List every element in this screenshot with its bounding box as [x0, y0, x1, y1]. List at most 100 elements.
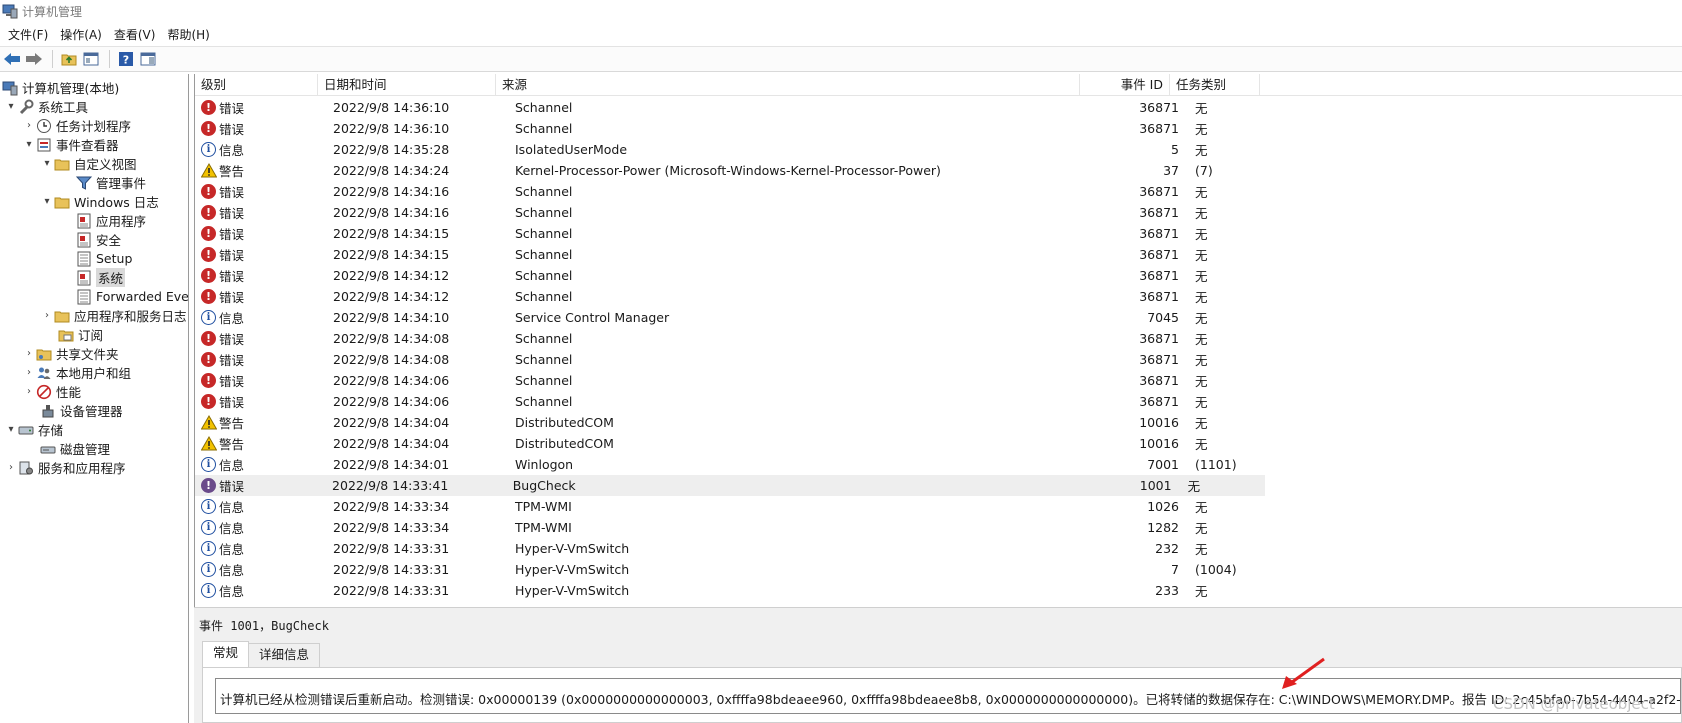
tree-node-storage[interactable]: ▾ 存储 [4, 420, 63, 439]
table-row[interactable]: i 信息 2022/9/8 14:34:01 Winlogon 7001 (1101) [195, 454, 1682, 475]
tree-node-forwarded-events[interactable]: Forwarded Eve [76, 287, 189, 306]
subscription-icon [58, 327, 74, 343]
chevron-right-icon[interactable]: › [22, 119, 36, 133]
tree-node-windows-logs[interactable]: ▾ Windows 日志 [40, 192, 158, 211]
level-label: 信息 [219, 311, 245, 326]
menu-file[interactable]: 文件(F) [4, 26, 56, 43]
cell-event-id: 1026 [1147, 499, 1179, 514]
column-header-level[interactable]: 级别 [195, 74, 318, 96]
cell-event-id: 1001 [1139, 478, 1172, 493]
menu-view[interactable]: 查看(V) [110, 26, 164, 43]
services-icon [18, 460, 34, 476]
chevron-down-icon[interactable]: ▾ [4, 423, 18, 437]
menu-help[interactable]: 帮助(H) [163, 26, 217, 43]
warning-icon [201, 415, 217, 430]
tree-node-local-users-groups[interactable]: › 本地用户和组 [22, 363, 131, 382]
tree-node-system[interactable]: 系统 [76, 268, 126, 287]
event-description[interactable]: 计算机已经从检测错误后重新启动。检测错误: 0x00000139 (0x0000… [215, 678, 1681, 714]
error-icon: ! [201, 289, 216, 304]
menu-action[interactable]: 操作(A) [56, 26, 110, 43]
table-row[interactable]: i 信息 2022/9/8 14:33:31 Hyper-V-VmSwitch 233 无 [195, 580, 1682, 601]
action-pane-icon[interactable] [138, 49, 158, 69]
chevron-right-icon[interactable]: › [4, 461, 18, 475]
tree-node-custom-views[interactable]: ▾ 自定义视图 [40, 154, 136, 173]
table-row[interactable]: ! 错误 2022/9/8 14:34:08 Schannel 36871 无 [195, 328, 1682, 349]
tab-general[interactable]: 常规 [202, 641, 250, 667]
table-row[interactable]: 警告 2022/9/8 14:34:24 Kernel-Processor-Powe… [195, 160, 1682, 181]
column-header-task-category[interactable]: 任务类别 [1170, 74, 1260, 96]
table-row[interactable]: ! 错误 2022/9/8 14:34:15 Schannel 36871 无 [195, 223, 1682, 244]
cell-level: ! 错误 [195, 392, 325, 411]
tree-node-app-service-logs[interactable]: › 应用程序和服务日志 [40, 306, 187, 325]
tree-node-device-manager[interactable]: 设备管理器 [40, 401, 123, 420]
tree-node-label: 应用程序和服务日志 [74, 309, 187, 324]
tree-node-disk-management[interactable]: 磁盘管理 [40, 439, 110, 458]
cell-datetime: 2022/9/8 14:35:28 [333, 142, 450, 157]
tree-node-administrative-events[interactable]: 管理事件 [76, 173, 146, 192]
tree-node-services-applications[interactable]: › 服务和应用程序 [4, 458, 126, 477]
tree-node-system-tools[interactable]: ▾ 系统工具 [4, 97, 88, 116]
toolbar-separator [52, 50, 53, 68]
table-row[interactable]: ! 错误 2022/9/8 14:34:12 Schannel 36871 无 [195, 286, 1682, 307]
column-header-datetime[interactable]: 日期和时间 [318, 74, 496, 96]
cell-task-category: 无 [1195, 185, 1208, 200]
chevron-down-icon[interactable]: ▾ [22, 138, 36, 152]
chevron-down-icon[interactable]: ▾ [4, 100, 18, 114]
folder-up-icon[interactable] [59, 49, 79, 69]
table-row[interactable]: i 信息 2022/9/8 14:34:10 Service Control Mana… [195, 307, 1682, 328]
computer-management-icon [2, 80, 18, 96]
back-arrow-icon[interactable] [2, 49, 22, 69]
chevron-down-icon[interactable]: ▾ [40, 195, 54, 209]
table-row[interactable]: 警告 2022/9/8 14:34:04 DistributedCOM 10016 无 [195, 412, 1682, 433]
table-row[interactable]: i 信息 2022/9/8 14:33:34 TPM-WMI 1282 无 [195, 517, 1682, 538]
info-icon: i [201, 142, 216, 157]
level-label: 信息 [219, 584, 245, 599]
table-row[interactable]: ! 错误 2022/9/8 14:34:16 Schannel 36871 无 [195, 181, 1682, 202]
table-row[interactable]: ! 错误 2022/9/8 14:34:06 Schannel 36871 无 [195, 370, 1682, 391]
tab-details[interactable]: 详细信息 [248, 643, 321, 667]
tree-node-computer-management[interactable]: 计算机管理(本地) [2, 78, 119, 97]
help-icon[interactable]: ? [116, 49, 136, 69]
table-row[interactable]: i 信息 2022/9/8 14:33:34 TPM-WMI 1026 无 [195, 496, 1682, 517]
table-row[interactable]: ! 错误 2022/9/8 14:33:41 BugCheck 1001 无 [195, 475, 1265, 496]
table-row[interactable]: ! 错误 2022/9/8 14:34:15 Schannel 36871 无 [195, 244, 1682, 265]
table-row[interactable]: ! 错误 2022/9/8 14:36:10 Schannel 36871 无 [195, 97, 1682, 118]
cell-level: i 信息 [195, 140, 325, 159]
cell-source: Schannel [515, 289, 573, 304]
table-row[interactable]: ! 错误 2022/9/8 14:34:08 Schannel 36871 无 [195, 349, 1682, 370]
cell-level: 警告 [195, 161, 325, 180]
tree-node-task-scheduler[interactable]: › 任务计划程序 [22, 116, 131, 135]
chevron-right-icon[interactable]: › [22, 385, 36, 399]
tree-node-subscriptions[interactable]: 订阅 [58, 325, 103, 344]
table-row[interactable]: i 信息 2022/9/8 14:35:28 IsolatedUserMode 5 无 [195, 139, 1682, 160]
tree-node-performance[interactable]: › 性能 [22, 382, 81, 401]
tree-node-event-viewer[interactable]: ▾ 事件查看器 [22, 135, 119, 154]
tree-node-setup[interactable]: Setup [76, 249, 132, 268]
column-header-source[interactable]: 来源 [496, 74, 1080, 96]
tree-node-label: 共享文件夹 [56, 347, 119, 362]
table-row[interactable]: ! 错误 2022/9/8 14:36:10 Schannel 36871 无 [195, 118, 1682, 139]
table-row[interactable]: ! 错误 2022/9/8 14:34:16 Schannel 36871 无 [195, 202, 1682, 223]
console-tree-icon[interactable] [81, 49, 101, 69]
error-icon: ! [201, 331, 216, 346]
table-row[interactable]: ! 错误 2022/9/8 14:34:12 Schannel 36871 无 [195, 265, 1682, 286]
tree-node-shared-folders[interactable]: › 共享文件夹 [22, 344, 119, 363]
forward-arrow-icon[interactable] [24, 49, 44, 69]
cell-level: 警告 [195, 413, 325, 432]
chevron-right-icon[interactable]: › [40, 309, 54, 323]
level-label: 信息 [219, 143, 245, 158]
table-row[interactable]: i 信息 2022/9/8 14:33:31 Hyper-V-VmSwitch 7 (10… [195, 559, 1682, 580]
tree-node-label: Forwarded Eve [96, 289, 189, 304]
tree-node-security[interactable]: 安全 [76, 230, 121, 249]
tree-node-application[interactable]: 应用程序 [76, 211, 146, 230]
tree-node-label: 存储 [38, 423, 64, 438]
chevron-right-icon[interactable]: › [22, 366, 36, 380]
table-row[interactable]: 警告 2022/9/8 14:34:04 DistributedCOM 10016 无 [195, 433, 1682, 454]
disk-icon [40, 441, 56, 457]
column-header-event-id[interactable]: 事件 ID [1080, 74, 1170, 96]
chevron-right-icon[interactable]: › [22, 347, 36, 361]
tree-node-label: 计算机管理(本地) [22, 81, 120, 96]
table-row[interactable]: i 信息 2022/9/8 14:33:31 Hyper-V-VmSwitch 232 无 [195, 538, 1682, 559]
table-row[interactable]: ! 错误 2022/9/8 14:34:06 Schannel 36871 无 [195, 391, 1682, 412]
chevron-down-icon[interactable]: ▾ [40, 157, 54, 171]
